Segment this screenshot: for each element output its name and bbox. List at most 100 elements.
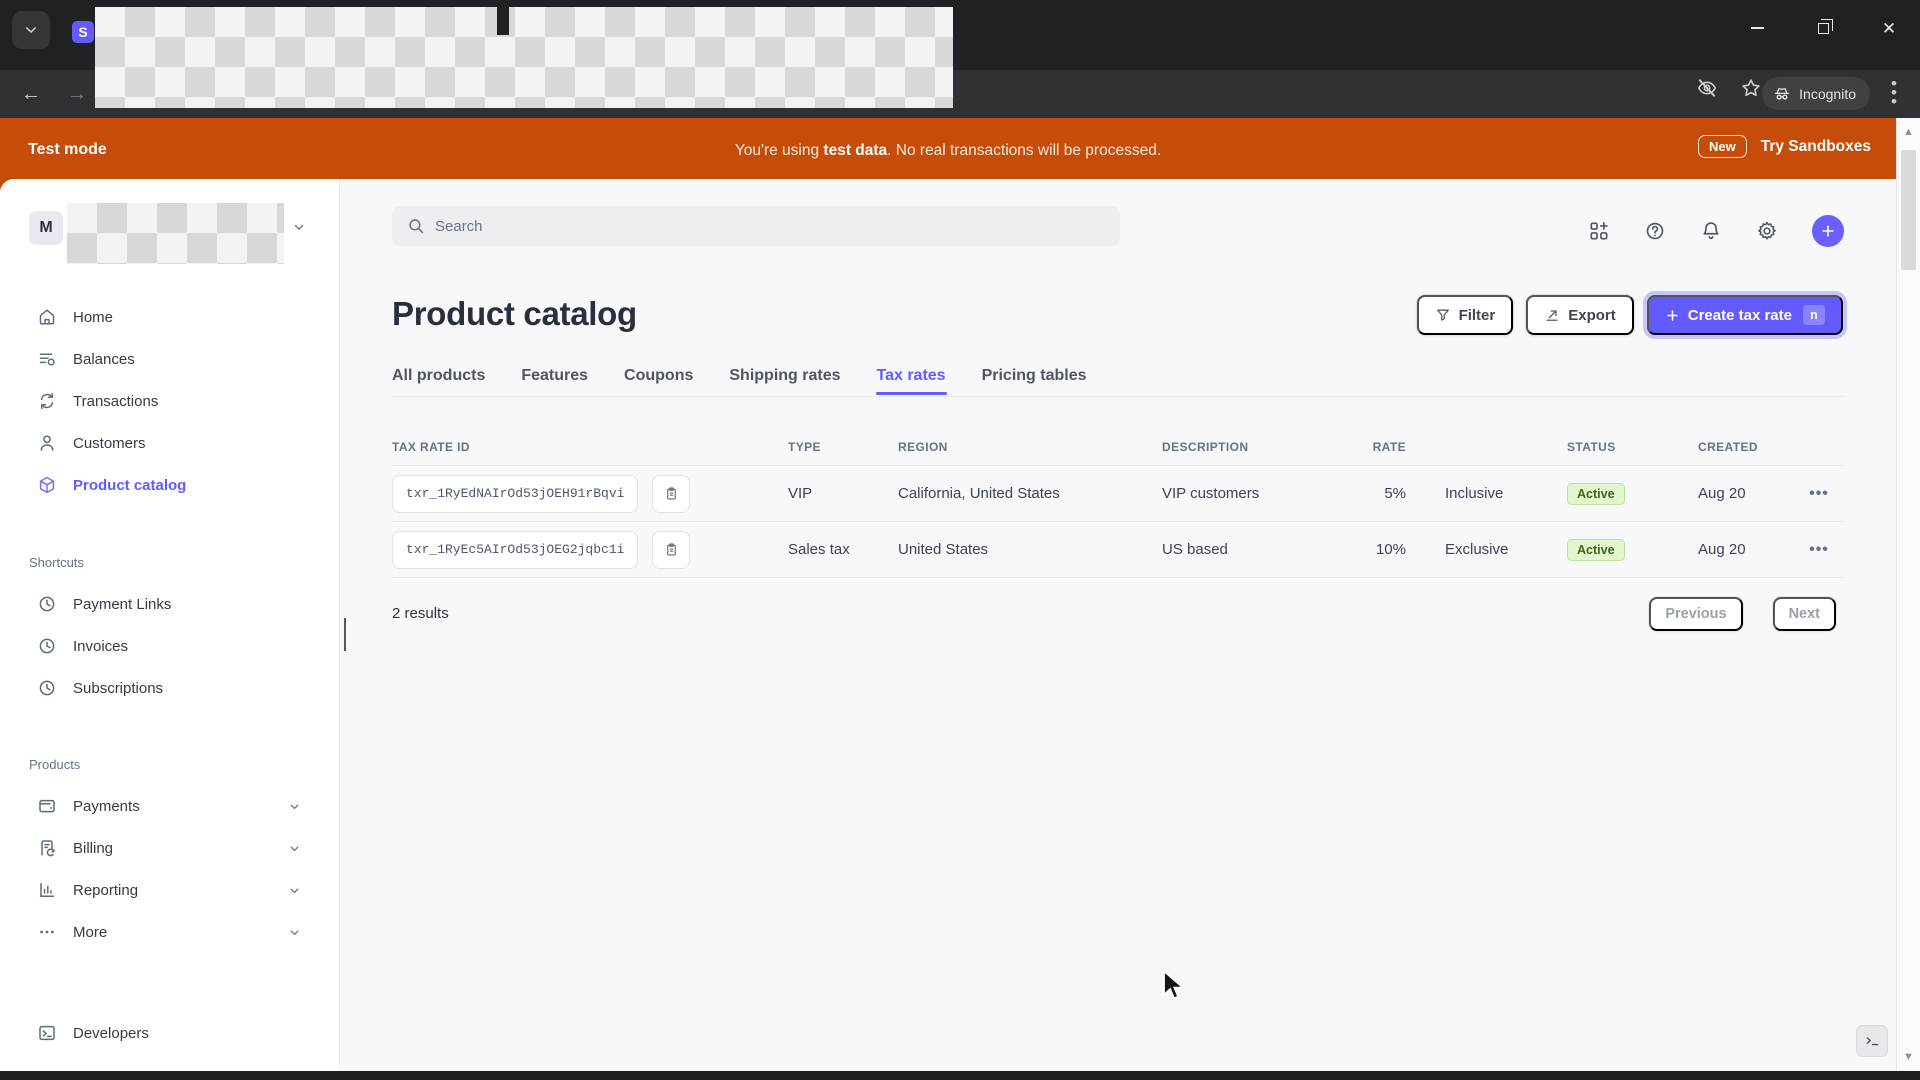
gear-icon[interactable] [1756, 220, 1778, 242]
search-input[interactable] [435, 217, 1035, 235]
sidebar-item-balances[interactable]: Balances [0, 338, 339, 380]
column-header: TAX RATE ID [392, 440, 470, 454]
plus-icon [1665, 308, 1680, 323]
caret-artifact [344, 618, 346, 651]
filter-button[interactable]: Filter [1416, 295, 1514, 335]
sidebar-item-label: Customers [73, 434, 146, 452]
chevron-down-icon [290, 804, 299, 809]
restore-icon [1817, 19, 1833, 34]
account-avatar: M [29, 211, 63, 245]
cell-rate: 10% [1375, 541, 1406, 558]
column-header: STATUS [1567, 440, 1616, 454]
eye-off-icon[interactable] [1696, 77, 1718, 99]
previous-page-button[interactable]: Previous [1649, 597, 1743, 631]
page-scrollbar[interactable]: ▲ ▼ [1896, 118, 1920, 1071]
page-title: Product catalog [392, 295, 637, 332]
sidebar-item-home[interactable]: Home [0, 296, 339, 338]
apps-grid-icon[interactable] [1588, 220, 1610, 242]
tab-tax-rates[interactable]: Tax rates [875, 367, 947, 395]
account-switcher[interactable]: M [29, 203, 304, 264]
tab-search-button[interactable] [12, 11, 50, 49]
sidebar-item-product-catalog[interactable]: Product catalog [0, 464, 339, 506]
transactions-icon [37, 391, 57, 411]
create-tax-rate-button[interactable]: Create tax rate n [1646, 295, 1843, 335]
sidebar-item-subscriptions[interactable]: Subscriptions [0, 667, 339, 709]
sidebar-item-billing[interactable]: Billing [0, 827, 339, 869]
stripe-favicon[interactable]: S [72, 21, 94, 43]
billing-icon [37, 838, 57, 858]
create-menu-button[interactable] [1812, 215, 1844, 247]
window-restore-button[interactable] [1802, 10, 1844, 46]
cell-description: VIP customers [1162, 485, 1260, 502]
column-header: RATE [1372, 440, 1406, 454]
browser-back-button[interactable]: ← [14, 77, 48, 111]
tab-all-products[interactable]: All products [392, 367, 485, 385]
bookmark-star-icon[interactable] [1740, 77, 1762, 99]
scrollbar-up-arrow[interactable]: ▲ [1897, 126, 1920, 138]
incognito-badge: Incognito [1762, 77, 1870, 110]
help-icon[interactable] [1644, 220, 1666, 242]
row-actions-button[interactable]: ••• [1795, 485, 1843, 503]
tax-rate-id[interactable]: txr_1RyEdNAIrOd53jOEH91rBqvi [392, 474, 639, 513]
section-label-products: Products [29, 757, 81, 772]
chevron-down-icon [290, 930, 299, 935]
window-close-button[interactable]: ✕ [1868, 10, 1910, 46]
table-row[interactable]: txr_1RyEdNAIrOd53jOEH91rBqvi VIP Califor… [392, 466, 1843, 522]
column-header: TYPE [788, 440, 821, 454]
terminal-icon [1866, 1036, 1878, 1045]
sidebar-item-invoices[interactable]: Invoices [0, 625, 339, 667]
sidebar-item-label: Developers [73, 1024, 149, 1042]
window-minimize-button[interactable] [1736, 10, 1778, 46]
incognito-label: Incognito [1799, 85, 1856, 102]
sidebar-item-payments[interactable]: Payments [0, 785, 339, 827]
cell-behavior: Exclusive [1445, 541, 1509, 558]
chevron-down-icon [26, 27, 36, 33]
column-header: DESCRIPTION [1162, 440, 1249, 454]
copy-id-button[interactable] [652, 530, 691, 569]
chevron-down-icon [294, 224, 304, 230]
sidebar-item-reporting[interactable]: Reporting [0, 869, 339, 911]
row-actions-button[interactable]: ••• [1795, 541, 1843, 559]
status-badge: Active [1567, 538, 1625, 561]
tab-gap [497, 7, 509, 35]
balances-icon [37, 349, 57, 369]
search-bar[interactable] [392, 206, 1120, 246]
tab-shipping-rates[interactable]: Shipping rates [729, 367, 840, 385]
scrollbar-down-arrow[interactable]: ▼ [1897, 1051, 1920, 1063]
redacted-account-name [67, 203, 284, 264]
scrollbar-thumb[interactable] [1901, 150, 1916, 270]
clock-icon [37, 594, 57, 614]
sidebar: M Home Balances Transactions Customers P… [0, 179, 340, 1071]
browser-menu-button[interactable]: • • • [1884, 75, 1904, 110]
sidebar-item-transactions[interactable]: Transactions [0, 380, 339, 422]
catalog-tabs: All products Features Coupons Shipping r… [392, 355, 1087, 396]
sidebar-item-developers[interactable]: Developers [0, 1012, 339, 1054]
copy-id-button[interactable] [652, 474, 691, 513]
export-button[interactable]: Export [1526, 295, 1634, 335]
test-mode-message: You're using test data. No real transact… [734, 142, 1162, 159]
chevron-down-icon [290, 888, 299, 893]
plus-icon [1822, 225, 1834, 237]
try-sandboxes-link[interactable]: Try Sandboxes [1761, 138, 1871, 156]
tax-rate-id[interactable]: txr_1RyEc5AIrOd53jOEG2jqbc1i [392, 530, 639, 569]
sidebar-item-customers[interactable]: Customers [0, 422, 339, 464]
tabs-divider [392, 396, 1843, 397]
clock-icon [37, 636, 57, 656]
developers-console-button[interactable] [1856, 1025, 1888, 1057]
sidebar-item-payment-links[interactable]: Payment Links [0, 583, 339, 625]
tab-coupons[interactable]: Coupons [624, 367, 693, 385]
tax-rates-table: TAX RATE ID TYPE REGION DESCRIPTION RATE… [392, 429, 1843, 578]
tab-pricing-tables[interactable]: Pricing tables [982, 367, 1087, 385]
cell-rate: 5% [1384, 485, 1406, 502]
bell-icon[interactable] [1700, 220, 1722, 242]
sidebar-item-label: Home [73, 308, 114, 326]
minimize-icon [1750, 27, 1764, 29]
tab-features[interactable]: Features [521, 367, 588, 385]
browser-forward-button[interactable]: → [60, 77, 94, 111]
table-row[interactable]: txr_1RyEc5AIrOd53jOEG2jqbc1i Sales tax U… [392, 522, 1843, 578]
column-header: CREATED [1698, 440, 1758, 454]
table-header-row: TAX RATE ID TYPE REGION DESCRIPTION RATE… [392, 429, 1843, 466]
next-page-button[interactable]: Next [1772, 597, 1836, 631]
sidebar-item-more[interactable]: More [0, 911, 339, 953]
results-count: 2 results [392, 605, 449, 622]
